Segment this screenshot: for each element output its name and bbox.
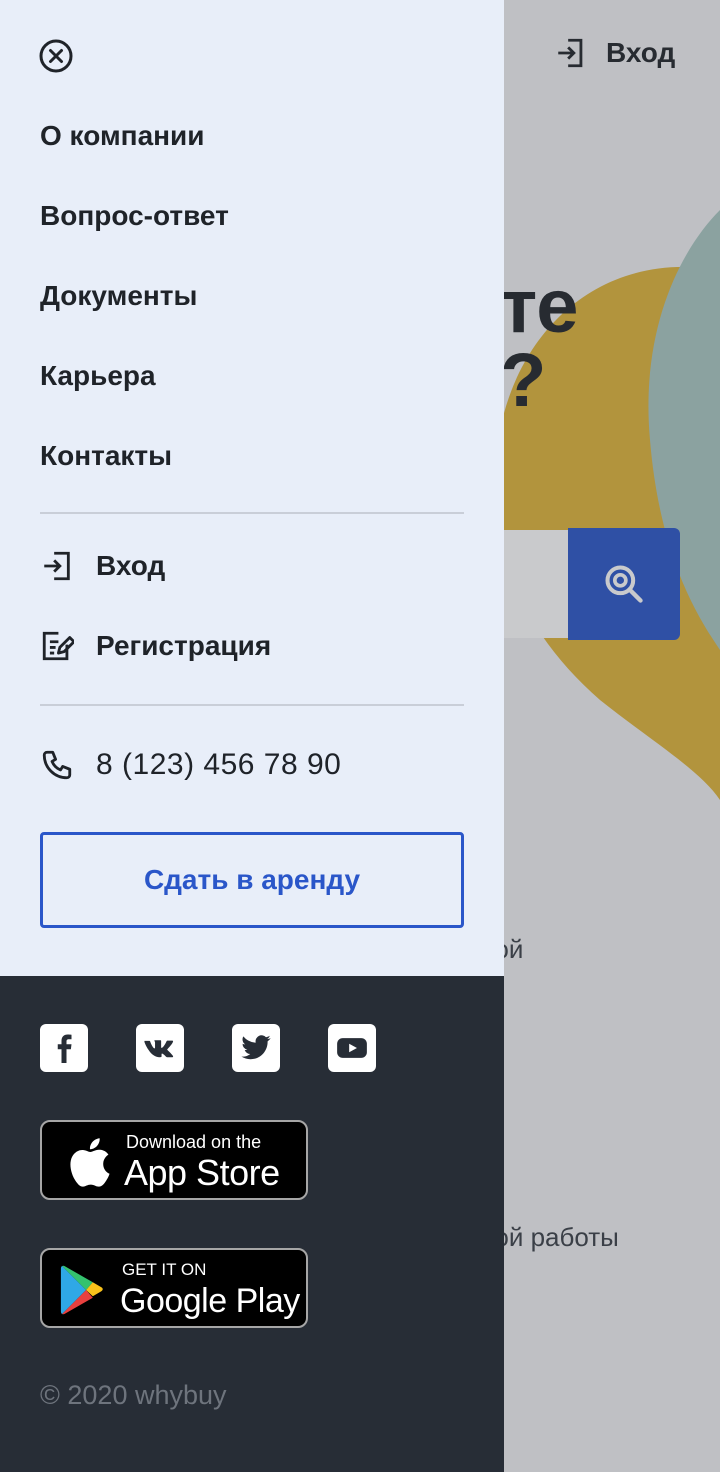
drawer-menu-section: О компании Вопрос-ответ Документы Карьер…: [0, 0, 504, 976]
divider: [40, 512, 464, 514]
nav-item-contacts[interactable]: Контакты: [40, 438, 172, 474]
nav-item-documents[interactable]: Документы: [40, 278, 197, 314]
google-play-icon: [60, 1265, 103, 1315]
side-drawer: О компании Вопрос-ответ Документы Карьер…: [0, 0, 504, 1472]
nav-item-faq[interactable]: Вопрос-ответ: [40, 198, 229, 234]
copyright: © 2020 whybuy: [40, 1380, 227, 1410]
google-play-badge[interactable]: GET IT ON Google Play: [40, 1248, 308, 1328]
phone-icon: [40, 748, 74, 782]
app-store-big-text: App Store: [124, 1152, 280, 1193]
app-store-badge[interactable]: Download on the App Store: [40, 1120, 308, 1200]
login-icon: [40, 549, 74, 583]
nav-item-about[interactable]: О компании: [40, 118, 204, 154]
phone-number: 8 (123) 456 78 90: [96, 748, 342, 781]
divider: [40, 704, 464, 706]
vk-link[interactable]: [136, 1024, 184, 1072]
edit-icon: [40, 629, 74, 663]
google-play-big-text: Google Play: [120, 1282, 300, 1320]
close-button[interactable]: [38, 38, 74, 74]
app-store-small-text: Download on the: [126, 1132, 262, 1152]
google-play-small-text: GET IT ON: [122, 1260, 207, 1279]
nav-item-career[interactable]: Карьера: [40, 358, 156, 394]
vk-icon: [144, 1040, 174, 1058]
apple-icon: [70, 1138, 110, 1187]
rent-out-button[interactable]: Сдать в аренду: [40, 832, 464, 928]
login-link[interactable]: Вход: [40, 549, 165, 583]
twitter-icon: [241, 1035, 271, 1060]
register-label: Регистрация: [96, 630, 272, 661]
twitter-link[interactable]: [232, 1024, 280, 1072]
close-circle-icon: [39, 39, 73, 73]
facebook-icon: [57, 1034, 72, 1063]
register-link[interactable]: Регистрация: [40, 629, 271, 663]
facebook-link[interactable]: [40, 1024, 88, 1072]
youtube-icon: [337, 1038, 367, 1058]
phone-link[interactable]: 8 (123) 456 78 90: [40, 748, 341, 782]
youtube-link[interactable]: [328, 1024, 376, 1072]
login-label: Вход: [96, 550, 166, 581]
